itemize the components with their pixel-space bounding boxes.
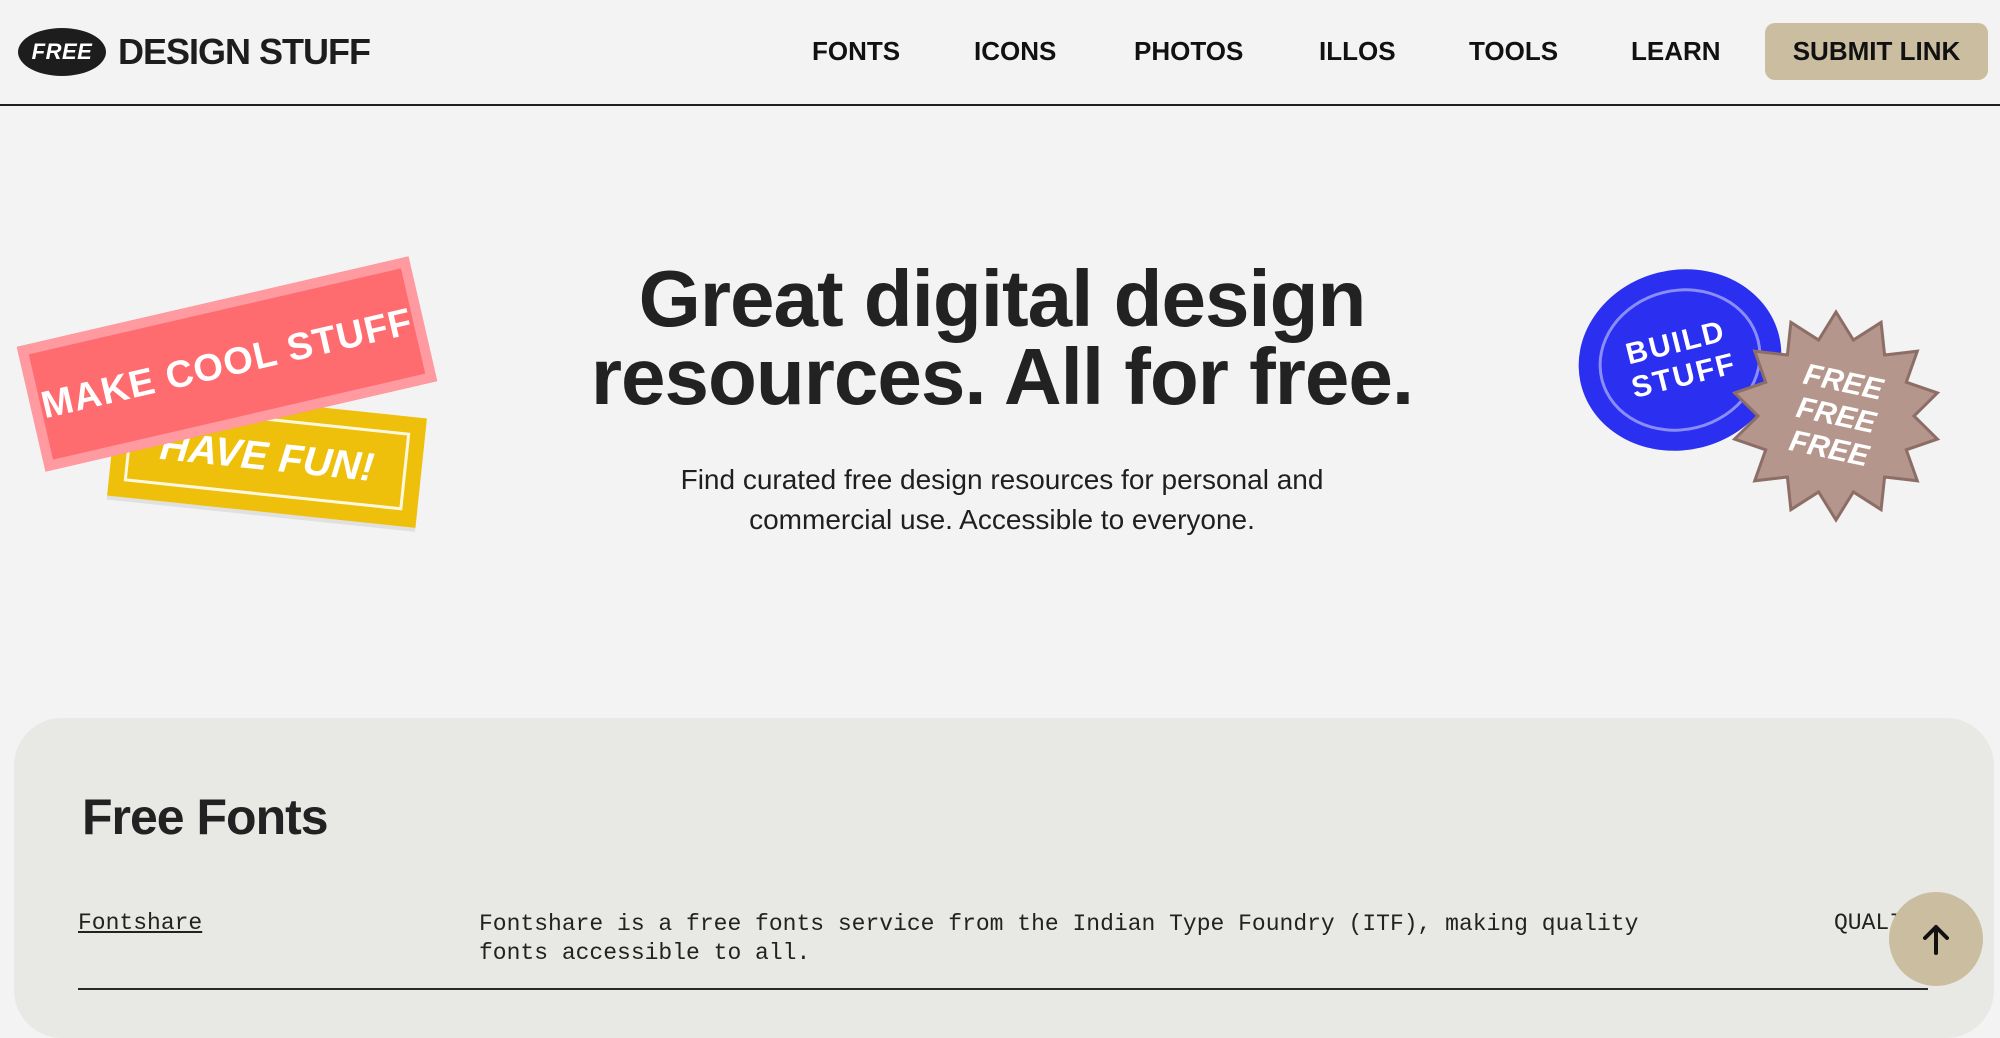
left-stickers: HAVE FUN! MAKE COOL STUFF [0, 240, 460, 560]
nav-fonts[interactable]: FONTS [812, 36, 900, 67]
resource-description: Fontshare is a free fonts service from t… [479, 911, 1639, 966]
free-burst-sticker: FREE FREE FREE [1728, 308, 1944, 524]
nav-tools[interactable]: TOOLS [1469, 36, 1558, 67]
nav-learn[interactable]: LEARN [1631, 36, 1721, 67]
top-navbar: FREE DESIGN STUFF FONTS ICONS PHOTOS ILL… [0, 0, 2000, 106]
submit-link-button[interactable]: SUBMIT LINK [1765, 23, 1988, 80]
nav-photos[interactable]: PHOTOS [1134, 36, 1243, 67]
right-stickers: BUILD STUFF FREE FREE FREE [1559, 247, 2000, 540]
hero-title: Great digital design resources. All for … [590, 254, 1414, 421]
nav-icons[interactable]: ICONS [974, 36, 1056, 67]
arrow-up-icon [1923, 925, 1949, 955]
back-to-top-button[interactable] [1889, 892, 1983, 986]
section-title: Free Fonts [82, 789, 329, 845]
site-logo[interactable]: FREE DESIGN STUFF [18, 27, 371, 77]
nav-illos[interactable]: ILLOS [1319, 36, 1396, 67]
resource-link-fontshare[interactable]: Fontshare [78, 910, 202, 936]
logo-text: DESIGN STUFF [118, 31, 371, 72]
table-row: Fontshare Fontshare is a free fonts serv… [78, 906, 1928, 990]
hero-subtitle: Find curated free design resources for p… [680, 464, 1324, 535]
free-burst-text: FREE FREE FREE [1708, 288, 1964, 544]
logo-badge: FREE [18, 28, 106, 76]
free-fonts-panel [14, 718, 1994, 1038]
